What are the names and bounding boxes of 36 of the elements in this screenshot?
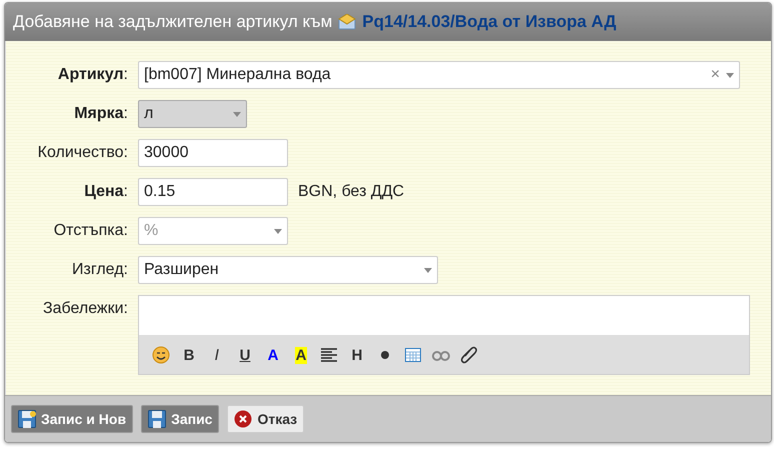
envelope-icon bbox=[338, 14, 356, 30]
italic-button[interactable]: I bbox=[203, 343, 231, 367]
window-title: Добавяне на задължителен артикул към bbox=[13, 12, 332, 32]
caret-icon bbox=[424, 268, 432, 272]
save-and-new-button[interactable]: Запис и Нов bbox=[11, 405, 134, 433]
bold-button[interactable]: B bbox=[175, 343, 203, 367]
caret-icon bbox=[726, 72, 734, 78]
highlight-button[interactable]: A bbox=[287, 343, 315, 367]
field-label: Отстъпка: bbox=[52, 221, 128, 241]
text-editor[interactable]: B I U A A H bbox=[138, 295, 750, 375]
smiley-icon[interactable] bbox=[152, 346, 170, 364]
field-label: Забележки: bbox=[42, 299, 128, 319]
cancel-button[interactable]: Отказ bbox=[227, 405, 304, 433]
heading-button[interactable]: H bbox=[343, 343, 371, 367]
align-left-icon[interactable] bbox=[320, 347, 338, 363]
combo-box[interactable]: [bm007] Минерална вода × bbox=[138, 61, 740, 89]
input-field[interactable]: 30000 bbox=[138, 139, 288, 167]
close-icon bbox=[234, 410, 252, 428]
field-label: Мярка: bbox=[73, 104, 128, 124]
caret-icon bbox=[233, 112, 241, 116]
dropdown[interactable]: Разширен bbox=[138, 256, 438, 284]
field-label: Изглед: bbox=[71, 260, 128, 280]
clear-icon[interactable]: × bbox=[710, 66, 720, 84]
underline-button[interactable]: U bbox=[231, 343, 259, 367]
table-icon[interactable] bbox=[405, 348, 421, 362]
field-label: Артикул: bbox=[56, 65, 128, 85]
save-button[interactable]: Запис bbox=[141, 405, 220, 433]
field-label: Количество: bbox=[36, 143, 128, 163]
currency-label: BGN, без ДДС bbox=[298, 182, 404, 202]
quote-icon[interactable] bbox=[432, 349, 450, 361]
field-label: Цена: bbox=[83, 182, 128, 202]
input-field[interactable]: 0.15 bbox=[138, 178, 288, 206]
caret-icon bbox=[274, 228, 282, 234]
paperclip-icon[interactable] bbox=[461, 346, 477, 364]
bullet-icon[interactable] bbox=[381, 351, 389, 359]
text-color-button[interactable]: A bbox=[259, 343, 287, 367]
